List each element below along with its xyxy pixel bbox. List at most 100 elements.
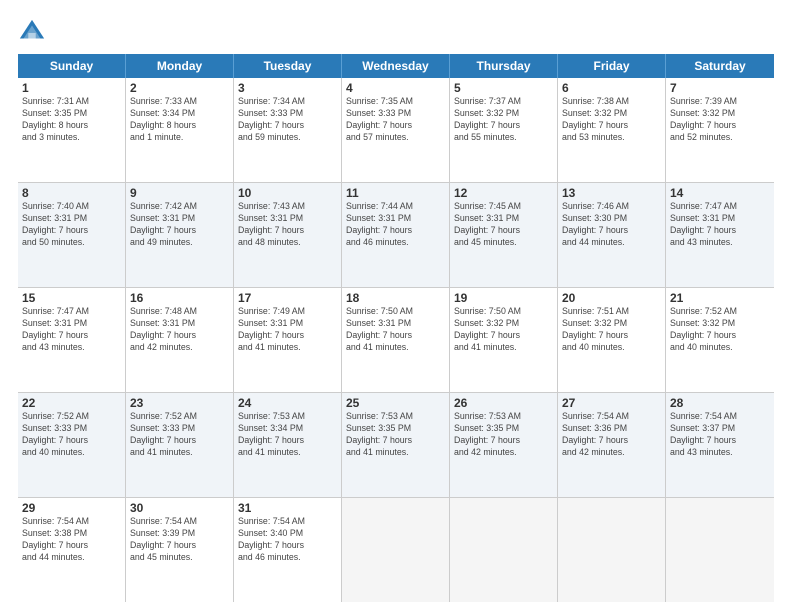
day-number: 31	[238, 501, 337, 515]
calendar-day-9: 9Sunrise: 7:42 AMSunset: 3:31 PMDaylight…	[126, 183, 234, 287]
day-details: Sunrise: 7:53 AMSunset: 3:34 PMDaylight:…	[238, 411, 337, 459]
day-details: Sunrise: 7:50 AMSunset: 3:31 PMDaylight:…	[346, 306, 445, 354]
day-number: 14	[670, 186, 770, 200]
calendar-day-20: 20Sunrise: 7:51 AMSunset: 3:32 PMDayligh…	[558, 288, 666, 392]
day-number: 6	[562, 81, 661, 95]
calendar-day-8: 8Sunrise: 7:40 AMSunset: 3:31 PMDaylight…	[18, 183, 126, 287]
header-day-saturday: Saturday	[666, 54, 774, 78]
header-day-thursday: Thursday	[450, 54, 558, 78]
header-day-friday: Friday	[558, 54, 666, 78]
day-details: Sunrise: 7:46 AMSunset: 3:30 PMDaylight:…	[562, 201, 661, 249]
calendar-day-10: 10Sunrise: 7:43 AMSunset: 3:31 PMDayligh…	[234, 183, 342, 287]
day-number: 20	[562, 291, 661, 305]
header-day-sunday: Sunday	[18, 54, 126, 78]
day-details: Sunrise: 7:38 AMSunset: 3:32 PMDaylight:…	[562, 96, 661, 144]
day-number: 10	[238, 186, 337, 200]
header-day-tuesday: Tuesday	[234, 54, 342, 78]
day-number: 1	[22, 81, 121, 95]
day-details: Sunrise: 7:54 AMSunset: 3:40 PMDaylight:…	[238, 516, 337, 564]
calendar-day-1: 1Sunrise: 7:31 AMSunset: 3:35 PMDaylight…	[18, 78, 126, 182]
calendar: SundayMondayTuesdayWednesdayThursdayFrid…	[18, 54, 774, 602]
calendar-week-3: 15Sunrise: 7:47 AMSunset: 3:31 PMDayligh…	[18, 288, 774, 393]
calendar-week-1: 1Sunrise: 7:31 AMSunset: 3:35 PMDaylight…	[18, 78, 774, 183]
day-details: Sunrise: 7:37 AMSunset: 3:32 PMDaylight:…	[454, 96, 553, 144]
empty-cell	[666, 498, 774, 602]
day-number: 21	[670, 291, 770, 305]
day-number: 27	[562, 396, 661, 410]
day-details: Sunrise: 7:34 AMSunset: 3:33 PMDaylight:…	[238, 96, 337, 144]
calendar-day-19: 19Sunrise: 7:50 AMSunset: 3:32 PMDayligh…	[450, 288, 558, 392]
day-details: Sunrise: 7:43 AMSunset: 3:31 PMDaylight:…	[238, 201, 337, 249]
day-details: Sunrise: 7:33 AMSunset: 3:34 PMDaylight:…	[130, 96, 229, 144]
calendar-day-6: 6Sunrise: 7:38 AMSunset: 3:32 PMDaylight…	[558, 78, 666, 182]
day-details: Sunrise: 7:52 AMSunset: 3:33 PMDaylight:…	[22, 411, 121, 459]
empty-cell	[342, 498, 450, 602]
day-number: 26	[454, 396, 553, 410]
calendar-day-29: 29Sunrise: 7:54 AMSunset: 3:38 PMDayligh…	[18, 498, 126, 602]
day-number: 28	[670, 396, 770, 410]
day-details: Sunrise: 7:54 AMSunset: 3:37 PMDaylight:…	[670, 411, 770, 459]
day-number: 25	[346, 396, 445, 410]
day-details: Sunrise: 7:51 AMSunset: 3:32 PMDaylight:…	[562, 306, 661, 354]
calendar-day-4: 4Sunrise: 7:35 AMSunset: 3:33 PMDaylight…	[342, 78, 450, 182]
calendar-header: SundayMondayTuesdayWednesdayThursdayFrid…	[18, 54, 774, 78]
day-details: Sunrise: 7:54 AMSunset: 3:36 PMDaylight:…	[562, 411, 661, 459]
calendar-week-4: 22Sunrise: 7:52 AMSunset: 3:33 PMDayligh…	[18, 393, 774, 498]
header-day-wednesday: Wednesday	[342, 54, 450, 78]
calendar-day-27: 27Sunrise: 7:54 AMSunset: 3:36 PMDayligh…	[558, 393, 666, 497]
day-number: 22	[22, 396, 121, 410]
day-details: Sunrise: 7:52 AMSunset: 3:32 PMDaylight:…	[670, 306, 770, 354]
day-details: Sunrise: 7:42 AMSunset: 3:31 PMDaylight:…	[130, 201, 229, 249]
page-header	[18, 18, 774, 46]
day-details: Sunrise: 7:53 AMSunset: 3:35 PMDaylight:…	[346, 411, 445, 459]
day-number: 19	[454, 291, 553, 305]
day-details: Sunrise: 7:31 AMSunset: 3:35 PMDaylight:…	[22, 96, 121, 144]
day-number: 8	[22, 186, 121, 200]
calendar-day-31: 31Sunrise: 7:54 AMSunset: 3:40 PMDayligh…	[234, 498, 342, 602]
day-details: Sunrise: 7:52 AMSunset: 3:33 PMDaylight:…	[130, 411, 229, 459]
calendar-day-26: 26Sunrise: 7:53 AMSunset: 3:35 PMDayligh…	[450, 393, 558, 497]
calendar-day-11: 11Sunrise: 7:44 AMSunset: 3:31 PMDayligh…	[342, 183, 450, 287]
day-number: 2	[130, 81, 229, 95]
day-number: 3	[238, 81, 337, 95]
day-details: Sunrise: 7:47 AMSunset: 3:31 PMDaylight:…	[22, 306, 121, 354]
calendar-day-3: 3Sunrise: 7:34 AMSunset: 3:33 PMDaylight…	[234, 78, 342, 182]
calendar-day-17: 17Sunrise: 7:49 AMSunset: 3:31 PMDayligh…	[234, 288, 342, 392]
day-details: Sunrise: 7:35 AMSunset: 3:33 PMDaylight:…	[346, 96, 445, 144]
calendar-day-13: 13Sunrise: 7:46 AMSunset: 3:30 PMDayligh…	[558, 183, 666, 287]
day-number: 13	[562, 186, 661, 200]
day-number: 12	[454, 186, 553, 200]
calendar-day-21: 21Sunrise: 7:52 AMSunset: 3:32 PMDayligh…	[666, 288, 774, 392]
day-number: 17	[238, 291, 337, 305]
calendar-day-24: 24Sunrise: 7:53 AMSunset: 3:34 PMDayligh…	[234, 393, 342, 497]
day-details: Sunrise: 7:48 AMSunset: 3:31 PMDaylight:…	[130, 306, 229, 354]
calendar-day-15: 15Sunrise: 7:47 AMSunset: 3:31 PMDayligh…	[18, 288, 126, 392]
day-number: 15	[22, 291, 121, 305]
empty-cell	[450, 498, 558, 602]
calendar-day-25: 25Sunrise: 7:53 AMSunset: 3:35 PMDayligh…	[342, 393, 450, 497]
calendar-day-22: 22Sunrise: 7:52 AMSunset: 3:33 PMDayligh…	[18, 393, 126, 497]
calendar-day-30: 30Sunrise: 7:54 AMSunset: 3:39 PMDayligh…	[126, 498, 234, 602]
calendar-day-28: 28Sunrise: 7:54 AMSunset: 3:37 PMDayligh…	[666, 393, 774, 497]
calendar-day-16: 16Sunrise: 7:48 AMSunset: 3:31 PMDayligh…	[126, 288, 234, 392]
day-details: Sunrise: 7:47 AMSunset: 3:31 PMDaylight:…	[670, 201, 770, 249]
day-number: 11	[346, 186, 445, 200]
day-number: 9	[130, 186, 229, 200]
calendar-week-5: 29Sunrise: 7:54 AMSunset: 3:38 PMDayligh…	[18, 498, 774, 602]
day-details: Sunrise: 7:44 AMSunset: 3:31 PMDaylight:…	[346, 201, 445, 249]
calendar-day-18: 18Sunrise: 7:50 AMSunset: 3:31 PMDayligh…	[342, 288, 450, 392]
day-number: 4	[346, 81, 445, 95]
calendar-day-5: 5Sunrise: 7:37 AMSunset: 3:32 PMDaylight…	[450, 78, 558, 182]
day-details: Sunrise: 7:45 AMSunset: 3:31 PMDaylight:…	[454, 201, 553, 249]
day-details: Sunrise: 7:40 AMSunset: 3:31 PMDaylight:…	[22, 201, 121, 249]
day-number: 23	[130, 396, 229, 410]
header-day-monday: Monday	[126, 54, 234, 78]
logo	[18, 18, 50, 46]
day-number: 18	[346, 291, 445, 305]
day-details: Sunrise: 7:50 AMSunset: 3:32 PMDaylight:…	[454, 306, 553, 354]
day-number: 5	[454, 81, 553, 95]
day-details: Sunrise: 7:49 AMSunset: 3:31 PMDaylight:…	[238, 306, 337, 354]
day-number: 29	[22, 501, 121, 515]
calendar-body: 1Sunrise: 7:31 AMSunset: 3:35 PMDaylight…	[18, 78, 774, 602]
day-details: Sunrise: 7:54 AMSunset: 3:38 PMDaylight:…	[22, 516, 121, 564]
